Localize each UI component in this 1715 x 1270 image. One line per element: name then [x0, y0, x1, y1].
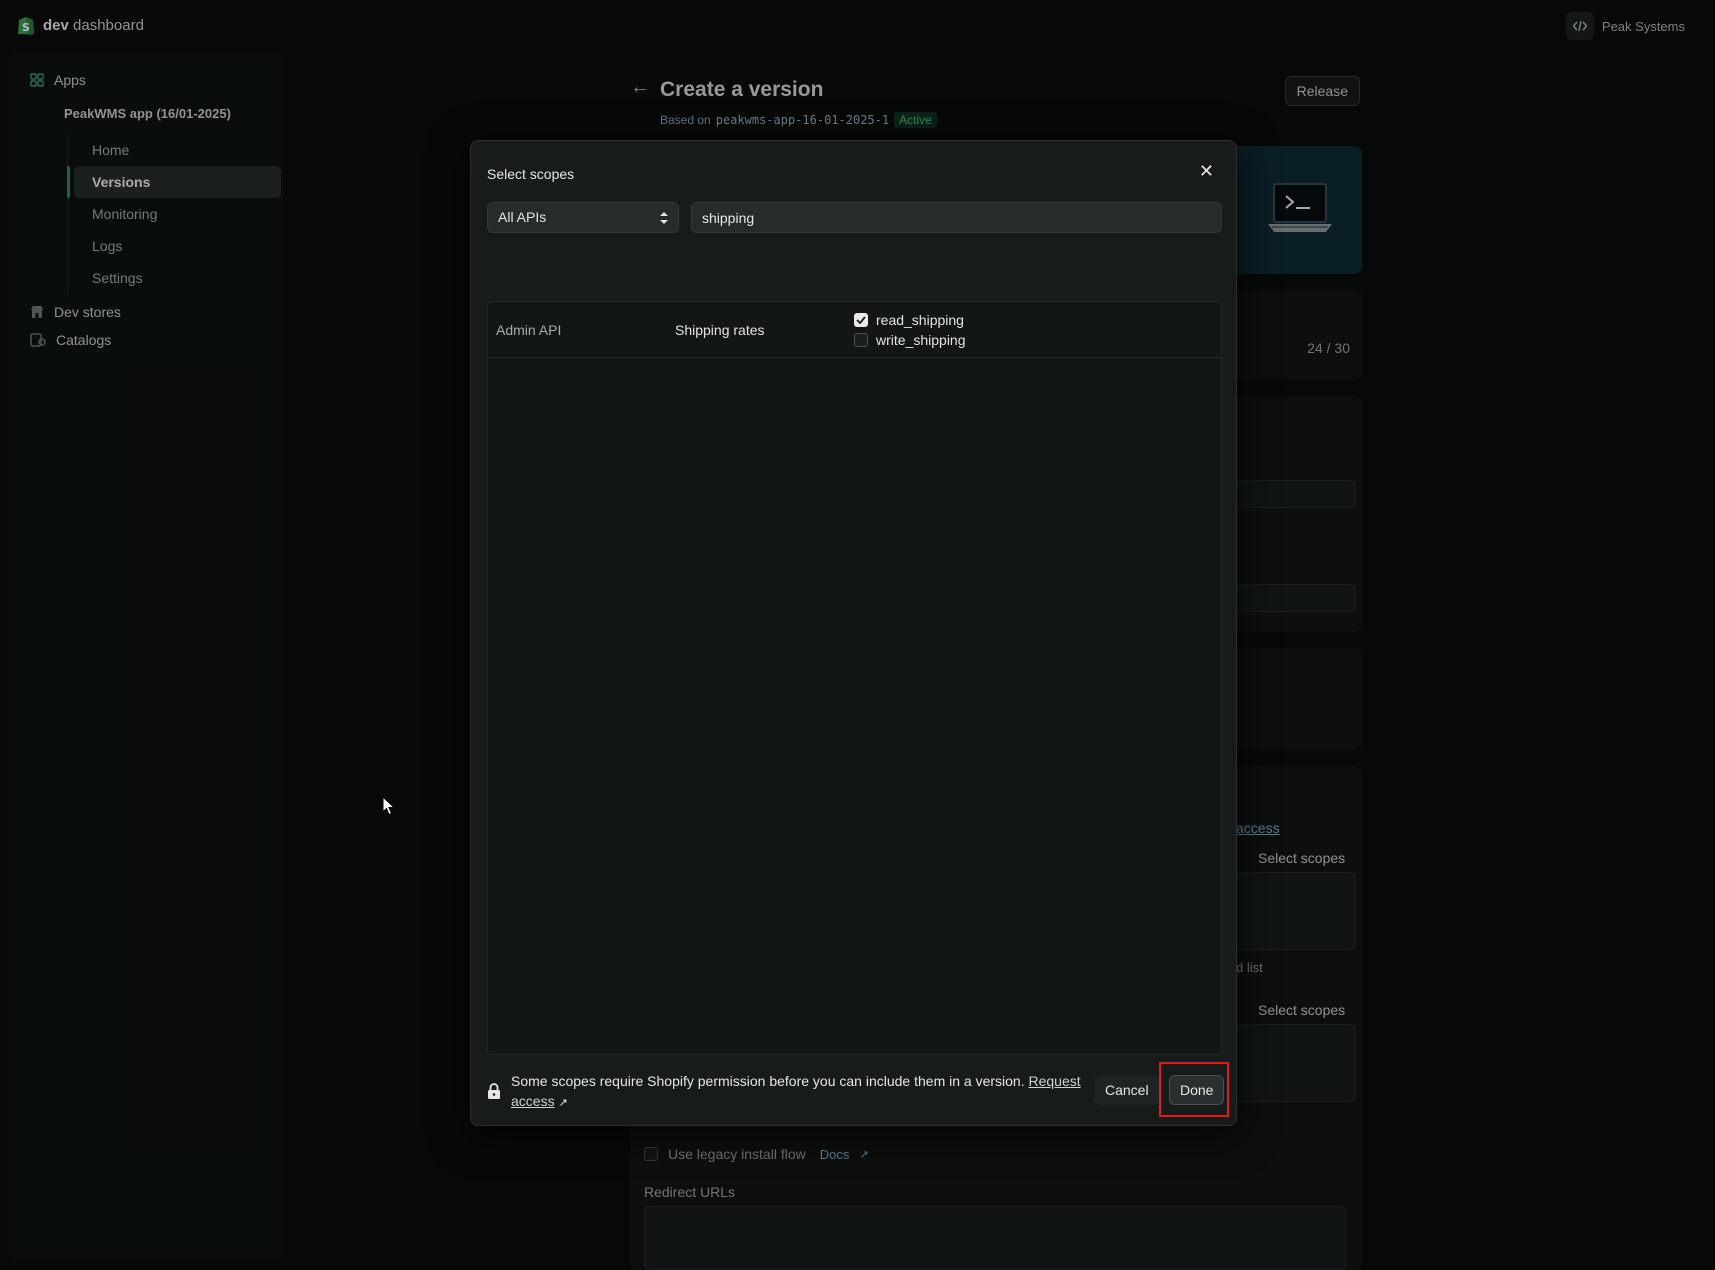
permission-note: Some scopes require Shopify permission b…: [511, 1071, 1086, 1113]
write-shipping-checkbox[interactable]: [854, 333, 868, 347]
mouse-cursor-icon: [382, 796, 396, 816]
permission-note-text: Some scopes require Shopify permission b…: [511, 1073, 1025, 1089]
modal-title: Select scopes: [487, 166, 575, 182]
scope-table: Admin API Shipping rates read_shipping w…: [487, 301, 1222, 1055]
scope-search-input[interactable]: [691, 202, 1222, 233]
select-scopes-modal: Select scopes ✕ All APIs Admin API Shipp…: [470, 140, 1237, 1126]
resource-cell: Shipping rates: [675, 322, 765, 338]
lock-icon: [488, 1083, 500, 1099]
modal-footer: Some scopes require Shopify permission b…: [487, 1069, 1225, 1113]
api-filter-value: All APIs: [498, 209, 547, 225]
checkmark-icon: [856, 316, 866, 324]
read-shipping-label: read_shipping: [876, 312, 964, 328]
done-button[interactable]: Done: [1169, 1075, 1225, 1105]
close-icon[interactable]: ✕: [1199, 161, 1214, 182]
scope-write-shipping[interactable]: write_shipping: [854, 332, 966, 348]
table-row: Admin API Shipping rates read_shipping w…: [488, 302, 1221, 358]
cancel-button[interactable]: Cancel: [1094, 1075, 1160, 1105]
api-filter-select[interactable]: All APIs: [487, 202, 679, 233]
read-shipping-checkbox[interactable]: [854, 313, 868, 327]
scope-read-shipping[interactable]: read_shipping: [854, 312, 964, 328]
external-link-icon: ↗: [558, 1097, 568, 1109]
api-cell: Admin API: [496, 322, 562, 338]
write-shipping-label: write_shipping: [876, 332, 966, 348]
select-arrows-icon: [660, 212, 668, 224]
